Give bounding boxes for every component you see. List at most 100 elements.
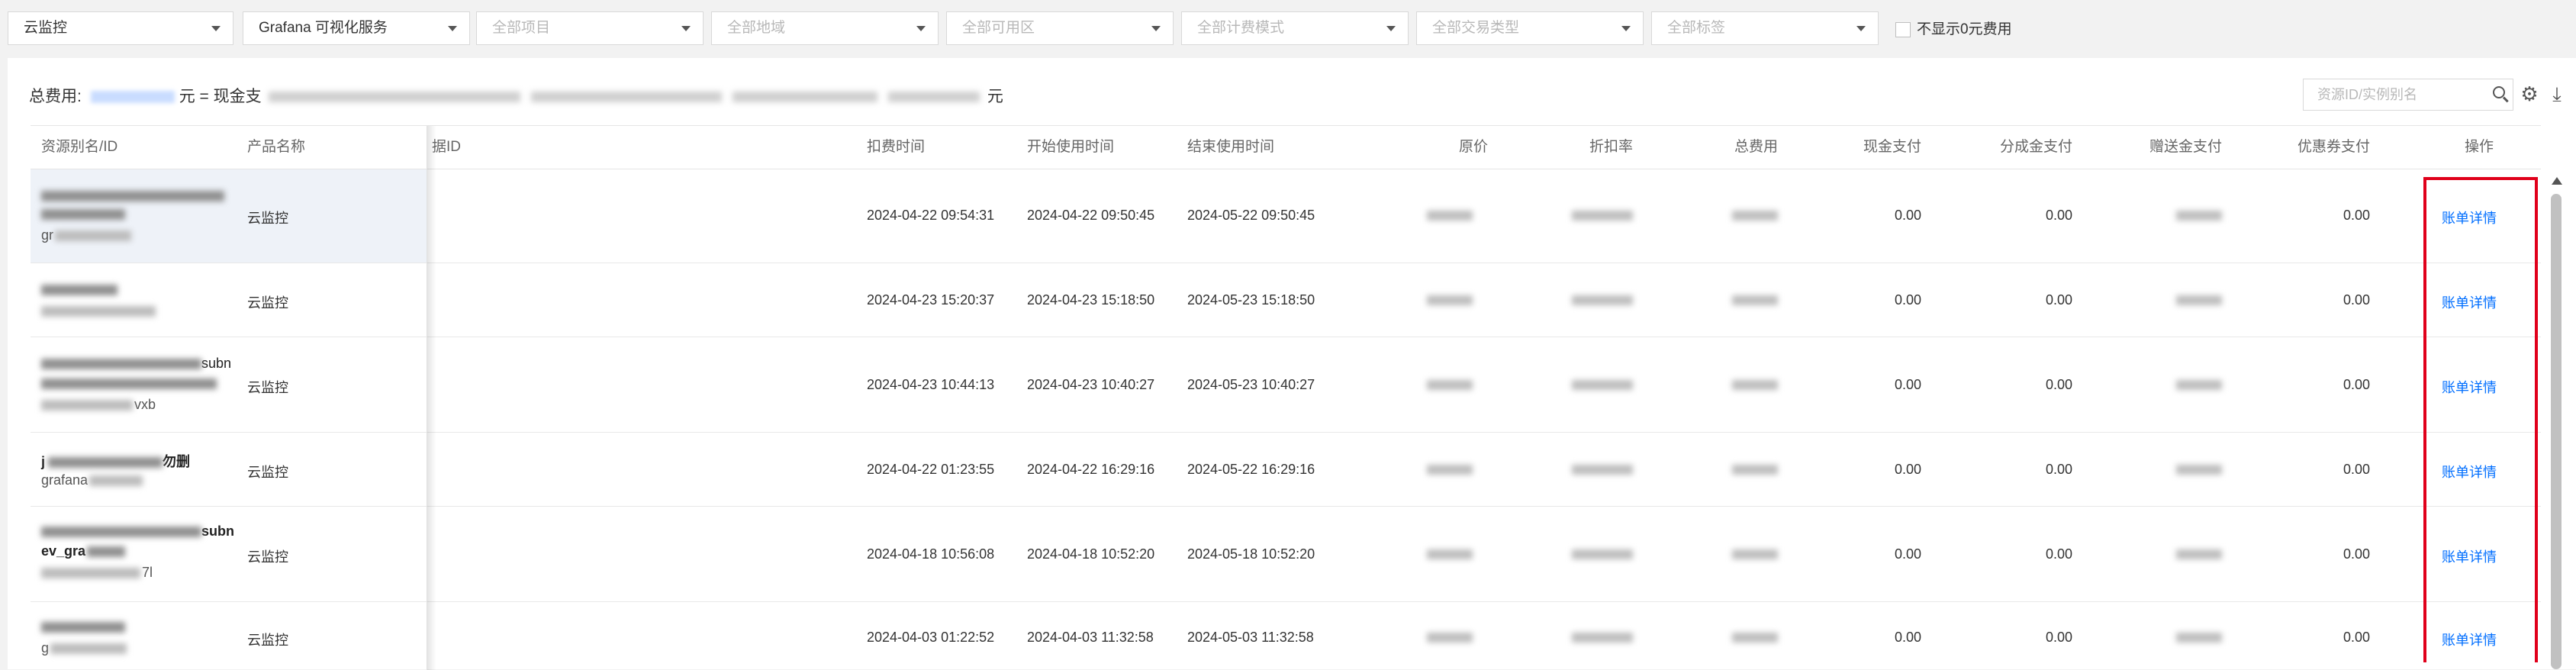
gear-icon[interactable]: ⚙ [2518, 81, 2541, 107]
total-cost-summary: 总费用: 元 = 现金支 元 [29, 85, 1003, 108]
cash-payment: 0.00 [1894, 377, 1921, 392]
table-row[interactable]: subn ev_gra 7l 云监控 2024-04-18 10:56:08 2… [31, 507, 2541, 602]
resource-alias: subn [41, 356, 231, 372]
end-time: 2024-05-22 16:29:16 [1187, 462, 1315, 477]
deduct-time: 2024-04-23 10:44:13 [867, 377, 995, 392]
start-time: 2024-04-22 16:29:16 [1027, 462, 1155, 477]
share-payment: 0.00 [2045, 292, 2072, 308]
total-cost-redacted [1732, 211, 1778, 221]
discount-redacted [1572, 633, 1633, 643]
share-payment: 0.00 [2045, 546, 2072, 562]
redacted-text [87, 546, 126, 558]
search-icon[interactable] [2493, 86, 2505, 98]
region-filter-placeholder: 全部地域 [727, 20, 786, 36]
resource-alias-prefix: j [41, 454, 46, 469]
start-time: 2024-04-18 10:52:20 [1027, 546, 1155, 562]
resource-alias-suffix: subn [201, 523, 234, 539]
resource-alias [41, 188, 224, 204]
region-filter-select[interactable]: 全部地域 [711, 11, 939, 45]
voucher-payment: 0.00 [2343, 208, 2370, 223]
product-filter-value: 云监控 [24, 20, 68, 36]
download-icon[interactable]: ⤓ [2545, 81, 2568, 107]
total-cost-redacted [1732, 465, 1778, 475]
zone-filter-placeholder: 全部可用区 [962, 20, 1035, 36]
table-row[interactable]: j 勿删 grafana 云监控 2024-04-22 01:23:55 2024… [31, 433, 2541, 507]
tag-filter-select[interactable]: 全部标签 [1651, 11, 1879, 45]
redacted-text [41, 359, 201, 370]
chevron-down-icon [1386, 26, 1396, 31]
start-time: 2024-04-03 11:32:58 [1027, 630, 1154, 645]
resource-alias-line2 [41, 206, 125, 222]
service-filter-select[interactable]: Grafana 可视化服务 [243, 11, 470, 45]
discount-redacted [1572, 549, 1633, 559]
transaction-type-filter-select[interactable]: 全部交易类型 [1416, 11, 1644, 45]
resource-id: vxb [41, 397, 156, 413]
product-name: 云监控 [247, 633, 288, 648]
end-time: 2024-05-22 09:50:45 [1187, 208, 1315, 223]
col-product-name: 产品名称 [247, 139, 306, 155]
fixed-column-shadow [427, 126, 436, 670]
search-input[interactable]: 资源ID/实例别名 [2303, 79, 2513, 111]
scrollbar-thumb[interactable] [2551, 194, 2562, 669]
product-name: 云监控 [247, 211, 288, 226]
checkbox-box[interactable] [1895, 21, 1911, 37]
discount-redacted [1572, 380, 1633, 390]
total-cost-redacted [1732, 633, 1778, 643]
resource-alias: subn [41, 523, 234, 540]
zone-filter-select[interactable]: 全部可用区 [946, 11, 1174, 45]
total-cost-label: 总费用: [29, 88, 82, 105]
voucher-payment: 0.00 [2343, 462, 2370, 477]
original-price-redacted [1427, 549, 1473, 559]
original-price-redacted [1427, 380, 1473, 390]
product-filter-select[interactable]: 云监控 [8, 11, 233, 45]
chevron-down-icon [1151, 26, 1161, 31]
total-cost-redacted [1732, 295, 1778, 305]
project-filter-select[interactable]: 全部项目 [476, 11, 704, 45]
chevron-down-icon [1856, 26, 1866, 31]
discount-redacted [1572, 211, 1633, 221]
share-payment: 0.00 [2045, 462, 2072, 477]
vertical-scrollbar[interactable] [2549, 177, 2564, 669]
table-row[interactable]: subn vxb 云监控 2024-04-23 10:44:13 2024-04… [31, 337, 2541, 433]
table-row[interactable]: gr 云监控 2024-04-22 09:54:31 2024-04-22 09… [31, 169, 2541, 263]
cash-payment: 0.00 [1894, 630, 1921, 645]
table-row[interactable]: 云监控 2024-04-23 15:20:37 2024-04-23 15:18… [31, 263, 2541, 337]
product-name: 云监控 [247, 465, 288, 480]
resource-id [41, 303, 156, 319]
redacted-text [89, 475, 143, 487]
original-price-redacted [1427, 295, 1473, 305]
voucher-payment: 0.00 [2343, 546, 2370, 562]
resource-alias-line2 [41, 375, 217, 391]
col-voucher-payment: 优惠券支付 [2297, 139, 2370, 155]
col-share-payment: 分成金支付 [1999, 139, 2072, 155]
gift-payment-redacted [2176, 633, 2222, 643]
scroll-up-arrow-icon[interactable] [2552, 177, 2562, 185]
chevron-down-icon [916, 26, 926, 31]
original-price-redacted [1427, 465, 1473, 475]
billing-mode-filter-select[interactable]: 全部计费模式 [1181, 11, 1409, 45]
gift-payment-redacted [2176, 549, 2222, 559]
resource-id-prefix: grafana [41, 472, 89, 488]
tag-filter-placeholder: 全部标签 [1667, 20, 1726, 36]
voucher-payment: 0.00 [2343, 292, 2370, 308]
start-time: 2024-04-22 09:50:45 [1027, 208, 1155, 223]
col-resource-alias-id: 资源别名/ID [41, 139, 118, 155]
table-row[interactable]: g 云监控 2024-04-03 01:22:52 2024-04-03 11:… [31, 602, 2541, 670]
resource-id: 7l [41, 565, 153, 581]
total-cost-value-redacted [90, 91, 175, 104]
discount-redacted [1572, 295, 1633, 305]
product-name: 云监控 [247, 380, 288, 395]
deduct-time: 2024-04-23 15:20:37 [867, 292, 995, 308]
col-action: 操作 [2465, 139, 2494, 155]
resource-alias [41, 619, 125, 635]
summary-tail-unit: 元 [987, 88, 1003, 105]
resource-alias-suffix: 勿删 [163, 454, 191, 469]
redacted-text [888, 92, 980, 103]
redacted-text [733, 92, 878, 103]
redacted-text [41, 285, 118, 296]
hide-zero-label: 不显示0元费用 [1917, 21, 2012, 37]
deduct-time: 2024-04-03 01:22:52 [867, 630, 995, 645]
total-cost-redacted [1732, 549, 1778, 559]
hide-zero-checkbox[interactable]: 不显示0元费用 [1895, 20, 2012, 40]
redacted-text [41, 209, 125, 221]
